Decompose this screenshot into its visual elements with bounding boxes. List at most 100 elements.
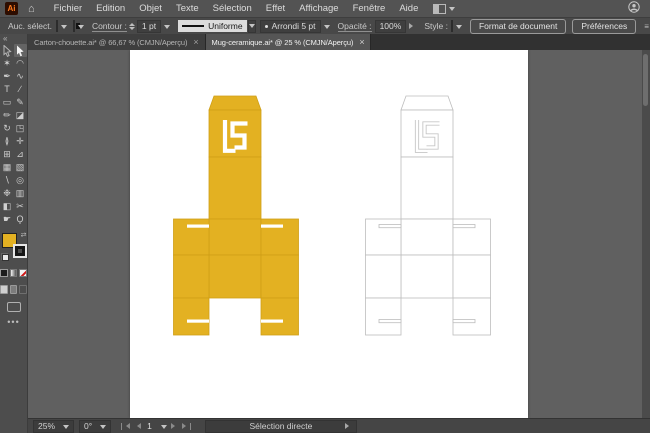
outline-box-dieline-artwork[interactable]	[365, 95, 491, 336]
menu-aide[interactable]: Aide	[392, 3, 425, 14]
brush-definition-select[interactable]: Arrondi 5 pt	[260, 20, 321, 33]
rectangle-tool[interactable]: ▭	[1, 96, 14, 109]
pen-tool[interactable]: ✒	[1, 70, 14, 83]
line-segment-tool[interactable]: ∕	[14, 83, 27, 96]
stroke-color-swatch[interactable]	[73, 20, 75, 32]
width-profile-select[interactable]: Uniforme	[178, 20, 246, 32]
lasso-tool[interactable]: ◠	[14, 57, 27, 70]
fill-stroke-widget: ⇄	[1, 233, 27, 263]
menu-fenetre[interactable]: Fenêtre	[346, 3, 393, 14]
swap-fill-stroke-icon[interactable]: ⇄	[21, 231, 27, 239]
symbol-sprayer-tool[interactable]: ❉	[1, 187, 14, 200]
menu-affichage[interactable]: Affichage	[292, 3, 345, 14]
width-tool[interactable]: ≬	[1, 135, 14, 148]
panel-collapse-icon[interactable]: «	[0, 34, 27, 44]
eyedropper-tool[interactable]: ∖	[1, 174, 14, 187]
hand-tool[interactable]: ☛	[1, 213, 14, 226]
stroke-weight-stepper[interactable]	[129, 20, 135, 33]
screen-mode-button[interactable]	[7, 302, 21, 312]
menu-edition[interactable]: Edition	[89, 3, 132, 14]
graphic-style-swatch[interactable]	[451, 20, 453, 32]
document-tab[interactable]: Mug-ceramique.ai* @ 25 % (CMJN/Aperçu)×	[206, 34, 372, 50]
rotate-tool[interactable]: ↻	[1, 122, 14, 135]
mesh-tool[interactable]: ▦	[1, 161, 14, 174]
pencil-tool[interactable]: ✏	[1, 109, 14, 122]
graph-tool[interactable]: ▥	[14, 187, 27, 200]
blend-tool[interactable]: ◎	[14, 174, 27, 187]
control-options-icon[interactable]: ≡	[644, 22, 650, 31]
selection-tool[interactable]	[1, 44, 14, 57]
magic-wand-tool[interactable]: ✶	[1, 57, 14, 70]
brush-chevron-icon[interactable]	[324, 25, 330, 32]
opacity-field[interactable]: 100%	[375, 20, 407, 33]
menu-bar: Ai ⌂ FichierEditionObjetTexteSélectionEf…	[0, 0, 650, 17]
gradient-tool[interactable]: ▧	[14, 161, 27, 174]
menu-list: FichierEditionObjetTexteSélectionEffetAf…	[47, 3, 426, 14]
color-mode-button[interactable]	[0, 269, 8, 277]
account-avatar-icon[interactable]	[628, 1, 640, 16]
brush-preview-icon	[265, 25, 268, 28]
menu-objet[interactable]: Objet	[132, 3, 169, 14]
free-transform-tool[interactable]: ◳	[14, 122, 27, 135]
slice-tool[interactable]: ✂	[14, 200, 27, 213]
direct-selection-tool[interactable]	[14, 44, 27, 57]
opacity-popup-icon[interactable]	[409, 23, 416, 29]
canvas-pasteboard[interactable]	[28, 50, 650, 418]
type-tool[interactable]: T	[1, 83, 14, 96]
vertical-scrollbar[interactable]	[642, 50, 650, 418]
fill-color-swatch[interactable]	[56, 20, 58, 32]
first-artboard-button[interactable]	[121, 423, 130, 430]
draw-normal-icon[interactable]	[0, 285, 8, 294]
artboard-number-field[interactable]: 1	[147, 421, 152, 431]
artboard-page[interactable]	[130, 50, 528, 418]
none-mode-button[interactable]	[19, 269, 27, 277]
fill-chevron-icon[interactable]	[61, 25, 67, 32]
toolbar-stroke-swatch[interactable]	[13, 244, 27, 258]
puppet-warp-tool[interactable]: ✛	[14, 135, 27, 148]
home-icon[interactable]: ⌂	[28, 4, 35, 14]
shape-builder-tool[interactable]: ⊞	[1, 148, 14, 161]
menu-selection[interactable]: Sélection	[206, 3, 259, 14]
next-artboard-button[interactable]	[171, 423, 178, 429]
scrollbar-thumb[interactable]	[643, 54, 648, 106]
status-tool-display[interactable]: Sélection directe	[205, 420, 357, 433]
more-tools-icon[interactable]: •••	[0, 317, 27, 327]
style-chevron-icon[interactable]	[456, 25, 462, 32]
width-profile-preview-icon	[182, 25, 204, 27]
width-profile-chevron-icon[interactable]	[248, 20, 256, 33]
eraser-tool[interactable]: ◪	[14, 109, 27, 122]
zoom-tool[interactable]: Ϙ	[14, 213, 27, 226]
curvature-tool[interactable]: ∿	[14, 70, 27, 83]
stroke-weight-chevron-icon[interactable]	[164, 25, 170, 32]
menu-effet[interactable]: Effet	[259, 3, 292, 14]
default-fill-stroke-icon[interactable]	[1, 253, 9, 261]
previous-artboard-button[interactable]	[134, 423, 141, 429]
style-label: Style :	[424, 21, 448, 31]
menu-texte[interactable]: Texte	[169, 3, 206, 14]
opacity-panel-link[interactable]: Opacité :	[338, 21, 372, 32]
draw-inside-icon[interactable]	[19, 285, 27, 294]
rotation-select[interactable]: 0°	[79, 420, 111, 433]
document-setup-button[interactable]: Format de document	[470, 19, 566, 34]
perspective-grid-tool[interactable]: ⊿	[14, 148, 27, 161]
document-tab[interactable]: Carton-chouette.ai* @ 66,67 % (CMJN/Aper…	[28, 34, 206, 50]
artboard-tool[interactable]: ◧	[1, 200, 14, 213]
artboard-number-chevron-icon[interactable]	[161, 425, 167, 432]
gradient-mode-button[interactable]	[10, 269, 18, 277]
zoom-level-select[interactable]: 25%	[33, 420, 74, 433]
tab-close-icon[interactable]: ×	[193, 39, 198, 46]
illustrator-logo-icon[interactable]: Ai	[5, 2, 18, 15]
tab-label: Carton-chouette.ai* @ 66,67 % (CMJN/Aper…	[34, 38, 187, 47]
workspace-switcher-icon[interactable]	[433, 4, 455, 14]
tab-close-icon[interactable]: ×	[359, 39, 364, 46]
menu-fichier[interactable]: Fichier	[47, 3, 90, 14]
last-artboard-button[interactable]	[182, 423, 191, 430]
paintbrush-tool[interactable]: ✎	[14, 96, 27, 109]
stroke-chevron-icon[interactable]	[78, 25, 84, 32]
status-bar: 25% 0° 1 Sélection directe	[28, 418, 650, 433]
draw-behind-icon[interactable]	[10, 285, 18, 294]
preferences-button[interactable]: Préférences	[572, 19, 636, 34]
stroke-panel-link[interactable]: Contour :	[92, 21, 127, 32]
yellow-box-dieline-artwork[interactable]	[173, 95, 299, 336]
stroke-weight-field[interactable]: 1 pt	[137, 20, 161, 33]
